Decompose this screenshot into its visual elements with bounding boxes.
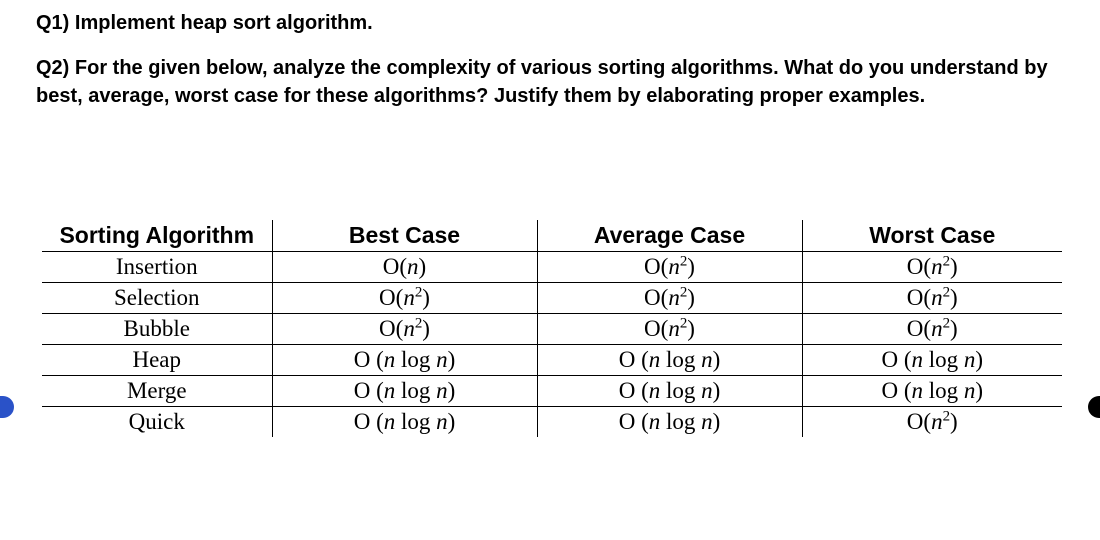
table-row: SelectionO(n2)O(n2)O(n2)	[42, 283, 1062, 314]
cell-avg: O (n log n)	[537, 407, 802, 438]
cell-algorithm: Bubble	[42, 314, 272, 345]
cell-avg: O (n log n)	[537, 345, 802, 376]
col-header-best: Best Case	[272, 220, 537, 252]
slide-marker-right-icon	[1088, 396, 1100, 418]
table-row: MergeO (n log n)O (n log n)O (n log n)	[42, 376, 1062, 407]
cell-avg: O(n2)	[537, 283, 802, 314]
complexity-table: Sorting Algorithm Best Case Average Case…	[42, 220, 1062, 437]
cell-avg: O(n2)	[537, 314, 802, 345]
col-header-algorithm: Sorting Algorithm	[42, 220, 272, 252]
cell-best: O (n log n)	[272, 376, 537, 407]
col-header-worst: Worst Case	[802, 220, 1062, 252]
slide-marker-left-icon	[0, 396, 14, 418]
cell-worst: O (n log n)	[802, 345, 1062, 376]
table-row: QuickO (n log n)O (n log n)O(n2)	[42, 407, 1062, 438]
cell-avg: O(n2)	[537, 252, 802, 283]
cell-worst: O(n2)	[802, 252, 1062, 283]
cell-best: O(n)	[272, 252, 537, 283]
cell-best: O (n log n)	[272, 407, 537, 438]
table-header-row: Sorting Algorithm Best Case Average Case…	[42, 220, 1062, 252]
cell-best: O(n2)	[272, 314, 537, 345]
cell-worst: O (n log n)	[802, 376, 1062, 407]
cell-best: O (n log n)	[272, 345, 537, 376]
cell-algorithm: Quick	[42, 407, 272, 438]
cell-algorithm: Heap	[42, 345, 272, 376]
table-row: HeapO (n log n)O (n log n)O (n log n)	[42, 345, 1062, 376]
table-body: InsertionO(n)O(n2)O(n2)SelectionO(n2)O(n…	[42, 252, 1062, 438]
cell-best: O(n2)	[272, 283, 537, 314]
question-2: Q2) For the given below, analyze the com…	[36, 55, 1064, 110]
cell-worst: O(n2)	[802, 283, 1062, 314]
col-header-average: Average Case	[537, 220, 802, 252]
cell-avg: O (n log n)	[537, 376, 802, 407]
complexity-table-wrap: Sorting Algorithm Best Case Average Case…	[42, 220, 1064, 437]
table-row: InsertionO(n)O(n2)O(n2)	[42, 252, 1062, 283]
cell-algorithm: Insertion	[42, 252, 272, 283]
cell-algorithm: Selection	[42, 283, 272, 314]
cell-worst: O(n2)	[802, 407, 1062, 438]
question-1: Q1) Implement heap sort algorithm.	[36, 12, 1064, 35]
table-row: BubbleO(n2)O(n2)O(n2)	[42, 314, 1062, 345]
cell-algorithm: Merge	[42, 376, 272, 407]
cell-worst: O(n2)	[802, 314, 1062, 345]
